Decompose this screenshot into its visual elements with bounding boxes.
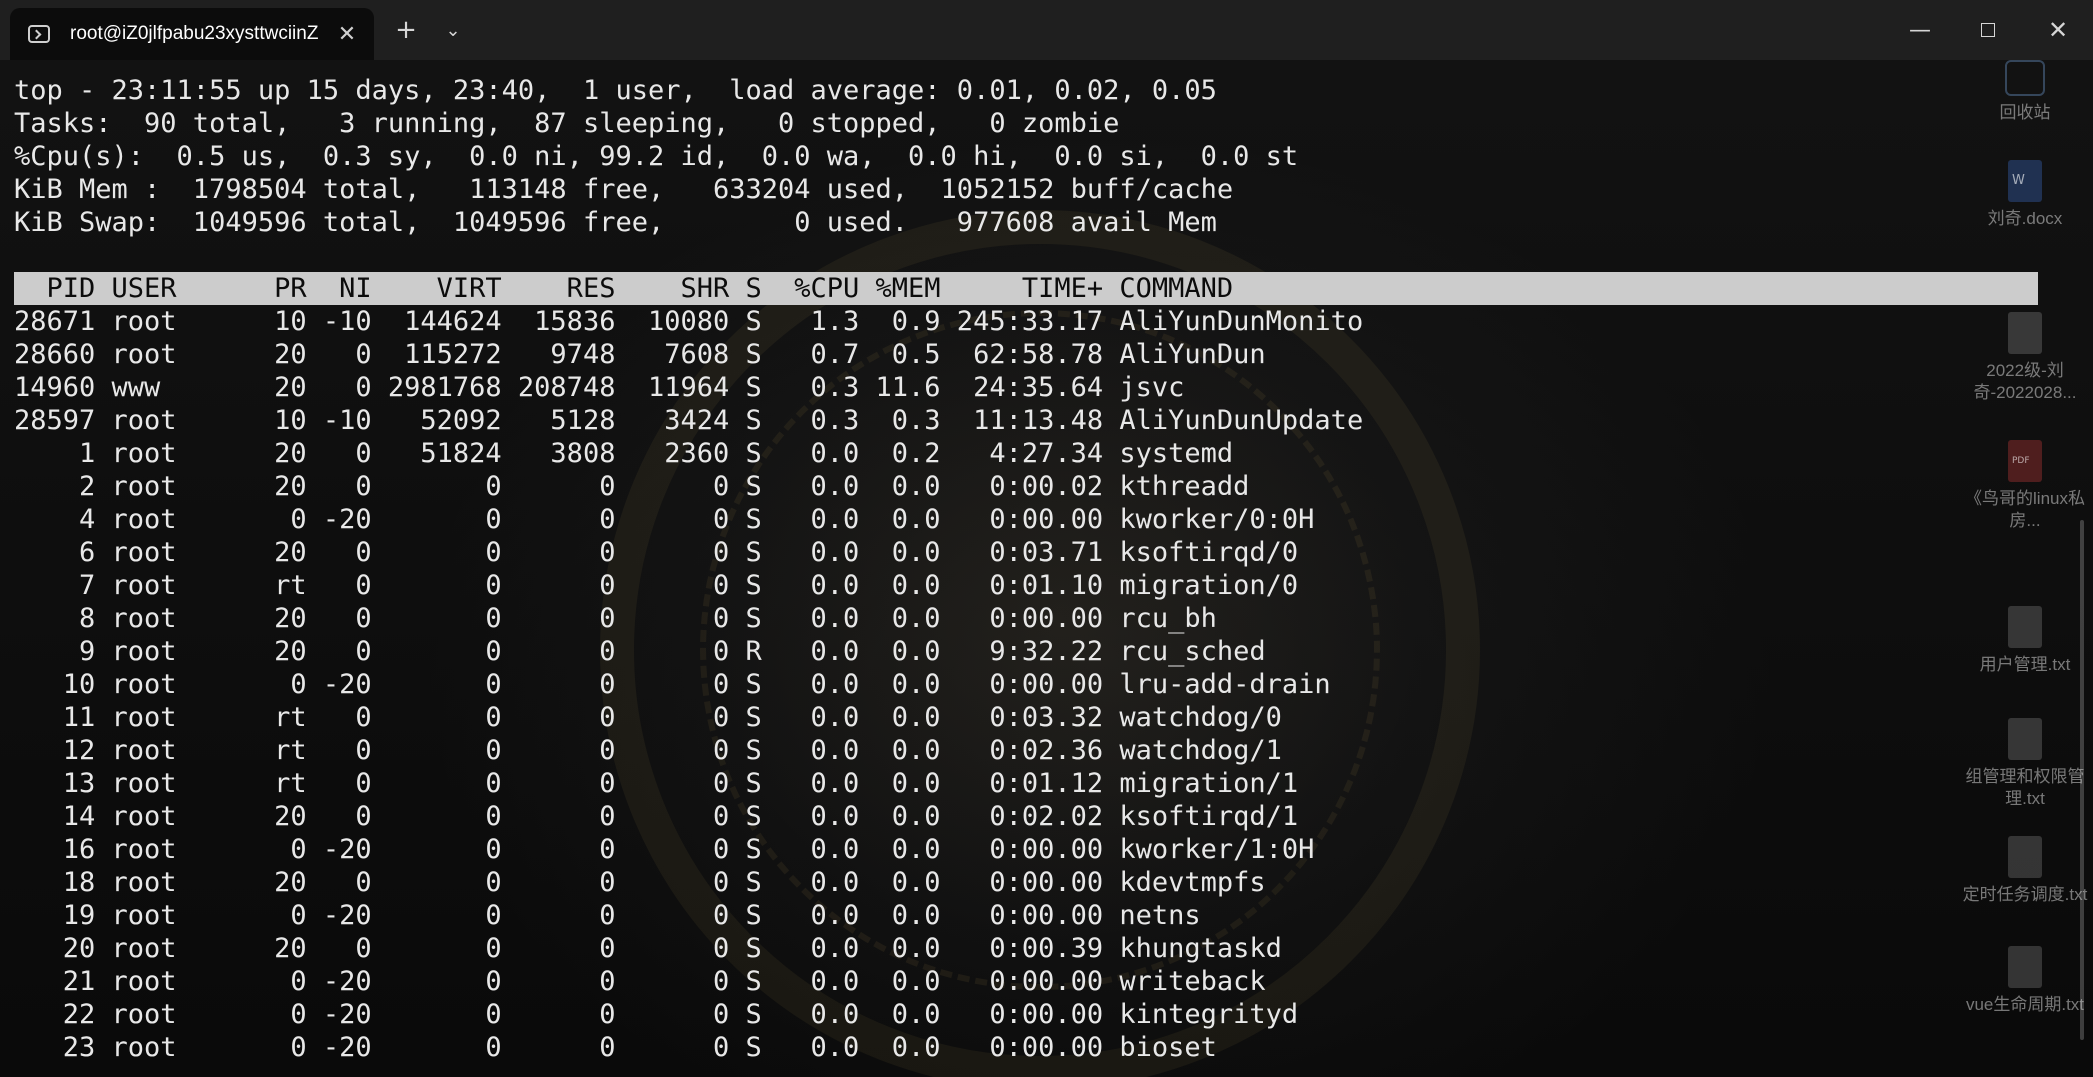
desktop-shortcut[interactable]: 回收站 <box>1960 60 2090 124</box>
desktop-shortcut[interactable]: vue生命周期.txt <box>1960 946 2090 1016</box>
process-row: 12 root rt 0 0 0 0 S 0.0 0.0 0:02.36 wat… <box>14 735 1282 766</box>
process-row: 4 root 0 -20 0 0 0 S 0.0 0.0 0:00.00 kwo… <box>14 504 1315 535</box>
process-row: 16 root 0 -20 0 0 0 S 0.0 0.0 0:00.00 kw… <box>14 834 1315 865</box>
word-document-icon: W <box>2008 160 2042 202</box>
process-row: 9 root 20 0 0 0 0 R 0.0 0.0 9:32.22 rcu_… <box>14 636 1266 667</box>
desktop-shortcut[interactable]: PDF 《鸟哥的linux私房... <box>1960 440 2090 532</box>
summary-tasks-line: Tasks: 90 total, 3 running, 87 sleeping,… <box>14 108 1120 139</box>
process-row: 11 root rt 0 0 0 0 S 0.0 0.0 0:03.32 wat… <box>14 702 1282 733</box>
summary-mem-line: KiB Mem : 1798504 total, 113148 free, 63… <box>14 174 1234 205</box>
process-row: 1 root 20 0 51824 3808 2360 S 0.0 0.2 4:… <box>14 438 1234 469</box>
desktop-shortcut-label: 《鸟哥的linux私房... <box>1965 489 2085 530</box>
title-bar: root@iZ0jlfpabu23xysttwciinZ ✕ + ⌄ — ✕ <box>0 0 2093 60</box>
desktop-shortcut-label: 定时任务调度.txt <box>1962 885 2088 904</box>
process-table-header: PID USER PR NI VIRT RES SHR S %CPU %MEM … <box>14 272 2079 305</box>
desktop-shortcut-label: vue生命周期.txt <box>1965 995 2085 1014</box>
desktop-shortcut-label: 2022级-刘奇-2022028... <box>1973 361 2077 402</box>
tab-dropdown-chevron-icon[interactable]: ⌄ <box>436 10 470 50</box>
recycle-bin-icon <box>2005 60 2045 96</box>
desktop-shortcut[interactable]: 组管理和权限管理.txt <box>1960 718 2090 810</box>
process-row: 7 root rt 0 0 0 0 S 0.0 0.0 0:01.10 migr… <box>14 570 1299 601</box>
text-file-icon <box>2008 606 2042 648</box>
close-window-button[interactable]: ✕ <box>2038 10 2078 50</box>
process-row: 8 root 20 0 0 0 0 S 0.0 0.0 0:00.00 rcu_… <box>14 603 1217 634</box>
terminal-tab[interactable]: root@iZ0jlfpabu23xysttwciinZ ✕ <box>10 8 374 60</box>
process-row: 21 root 0 -20 0 0 0 S 0.0 0.0 0:00.00 wr… <box>14 966 1266 997</box>
desktop-shortcut[interactable]: 2022级-刘奇-2022028... <box>1960 312 2090 404</box>
process-row: 23 root 0 -20 0 0 0 S 0.0 0.0 0:00.00 bi… <box>14 1032 1217 1063</box>
desktop-shortcut[interactable]: 定时任务调度.txt <box>1960 836 2090 906</box>
new-tab-button[interactable]: + <box>386 10 426 50</box>
desktop-shortcut-label: 组管理和权限管理.txt <box>1965 767 2085 808</box>
desktop-shortcut[interactable]: W 刘奇.docx <box>1960 160 2090 230</box>
minimize-button[interactable]: — <box>1900 10 1940 50</box>
process-row: 20 root 20 0 0 0 0 S 0.0 0.0 0:00.39 khu… <box>14 933 1282 964</box>
process-row: 28671 root 10 -10 144624 15836 10080 S 1… <box>14 306 1364 337</box>
text-file-icon <box>2008 946 2042 988</box>
desktop-shortcut[interactable]: 用户管理.txt <box>1960 606 2090 676</box>
file-icon <box>2008 312 2042 354</box>
process-row: 2 root 20 0 0 0 0 S 0.0 0.0 0:00.02 kthr… <box>14 471 1250 502</box>
process-row: 13 root rt 0 0 0 0 S 0.0 0.0 0:01.12 mig… <box>14 768 1299 799</box>
summary-uptime-line: top - 23:11:55 up 15 days, 23:40, 1 user… <box>14 75 1217 106</box>
terminal-icon <box>28 25 50 43</box>
process-row: 18 root 20 0 0 0 0 S 0.0 0.0 0:00.00 kde… <box>14 867 1266 898</box>
process-row: 28597 root 10 -10 52092 5128 3424 S 0.3 … <box>14 405 1364 436</box>
pdf-icon: PDF <box>2008 440 2042 482</box>
process-row: 14960 www 20 0 2981768 208748 11964 S 0.… <box>14 372 1185 403</box>
process-row: 19 root 0 -20 0 0 0 S 0.0 0.0 0:00.00 ne… <box>14 900 1201 931</box>
maximize-button[interactable] <box>1968 10 2008 50</box>
top-summary: top - 23:11:55 up 15 days, 23:40, 1 user… <box>14 74 1298 239</box>
tab-title: root@iZ0jlfpabu23xysttwciinZ <box>70 23 319 44</box>
desktop-shortcut-label: 刘奇.docx <box>1987 209 2063 228</box>
process-row: 6 root 20 0 0 0 0 S 0.0 0.0 0:03.71 ksof… <box>14 537 1299 568</box>
process-table: 28671 root 10 -10 144624 15836 10080 S 1… <box>14 305 1363 1064</box>
desktop-shortcut-label: 回收站 <box>1999 103 2051 122</box>
process-row: 22 root 0 -20 0 0 0 S 0.0 0.0 0:00.00 ki… <box>14 999 1299 1030</box>
text-file-icon <box>2008 718 2042 760</box>
process-row: 28660 root 20 0 115272 9748 7608 S 0.7 0… <box>14 339 1266 370</box>
summary-cpu-line: %Cpu(s): 0.5 us, 0.3 sy, 0.0 ni, 99.2 id… <box>14 141 1299 172</box>
tab-close-icon[interactable]: ✕ <box>334 22 360 47</box>
process-row: 14 root 20 0 0 0 0 S 0.0 0.0 0:02.02 kso… <box>14 801 1299 832</box>
summary-swap-line: KiB Swap: 1049596 total, 1049596 free, 0… <box>14 207 1217 238</box>
text-file-icon <box>2008 836 2042 878</box>
desktop-shortcut-label: 用户管理.txt <box>1979 655 2071 674</box>
maximize-icon <box>1981 23 1995 37</box>
process-row: 10 root 0 -20 0 0 0 S 0.0 0.0 0:00.00 lr… <box>14 669 1331 700</box>
